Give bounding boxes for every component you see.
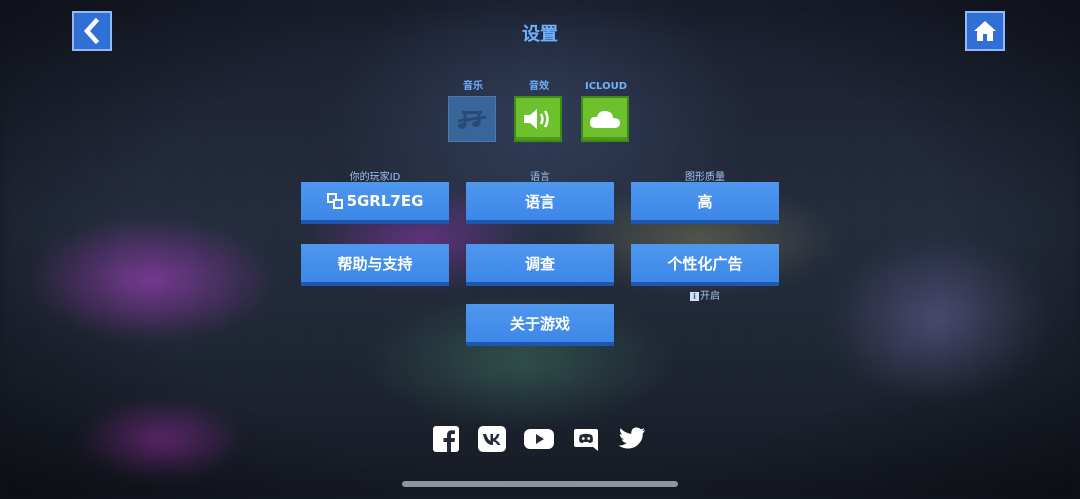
survey-button[interactable]: 调查 — [466, 244, 614, 286]
facebook-icon — [433, 426, 459, 452]
vk-icon — [478, 426, 506, 452]
graphics-quality-value: 高 — [697, 192, 713, 211]
icloud-toggle-group: ICLOUD — [581, 80, 631, 142]
personalized-ads-label: 个性化广告 — [667, 254, 743, 273]
twitter-icon — [618, 427, 645, 449]
discord-icon — [574, 429, 598, 451]
language-label: 语言 — [530, 172, 550, 183]
home-indicator[interactable] — [402, 481, 678, 487]
facebook-button[interactable] — [431, 424, 461, 454]
discord-button[interactable] — [571, 424, 601, 454]
help-support-label: 帮助与支持 — [337, 254, 413, 273]
player-id-value: 5GRL7EG — [346, 192, 424, 210]
youtube-icon — [524, 429, 554, 449]
language-button[interactable]: 语言 — [466, 182, 614, 224]
personalized-ads-button[interactable]: 个性化广告 — [631, 244, 779, 286]
ads-status-text: 开启 — [700, 291, 720, 302]
icloud-label: ICLOUD — [585, 81, 627, 92]
player-id-button[interactable]: 5GRL7EG — [301, 182, 449, 224]
page-title: 设置 — [522, 24, 558, 45]
music-muted-icon — [457, 111, 487, 129]
cloud-icon — [589, 110, 620, 128]
speaker-icon — [524, 109, 549, 129]
youtube-button[interactable] — [524, 424, 554, 454]
language-button-label: 语言 — [524, 192, 555, 211]
info-icon[interactable]: i — [690, 291, 699, 301]
about-game-button[interactable]: 关于游戏 — [466, 304, 614, 346]
music-label: 音乐 — [463, 81, 483, 92]
copy-icon — [326, 193, 343, 209]
vk-button[interactable] — [477, 424, 507, 454]
sfx-toggle[interactable] — [514, 96, 562, 142]
twitter-button[interactable] — [617, 424, 647, 454]
survey-label: 调查 — [524, 254, 555, 273]
icloud-toggle[interactable] — [581, 96, 629, 142]
about-game-label: 关于游戏 — [509, 314, 570, 333]
music-toggle[interactable] — [448, 96, 496, 142]
music-toggle-group: 音乐 — [448, 80, 498, 142]
sfx-label: 音效 — [529, 81, 549, 92]
help-support-button[interactable]: 帮助与支持 — [301, 244, 449, 286]
graphics-quality-label: 图形质量 — [685, 172, 725, 183]
sfx-toggle-group: 音效 — [514, 80, 564, 142]
graphics-quality-button[interactable]: 高 — [631, 182, 779, 224]
home-icon — [974, 21, 996, 41]
home-button[interactable] — [965, 11, 1005, 51]
player-id-label: 你的玩家ID — [349, 172, 401, 183]
ads-status: i 开启 — [631, 287, 779, 302]
